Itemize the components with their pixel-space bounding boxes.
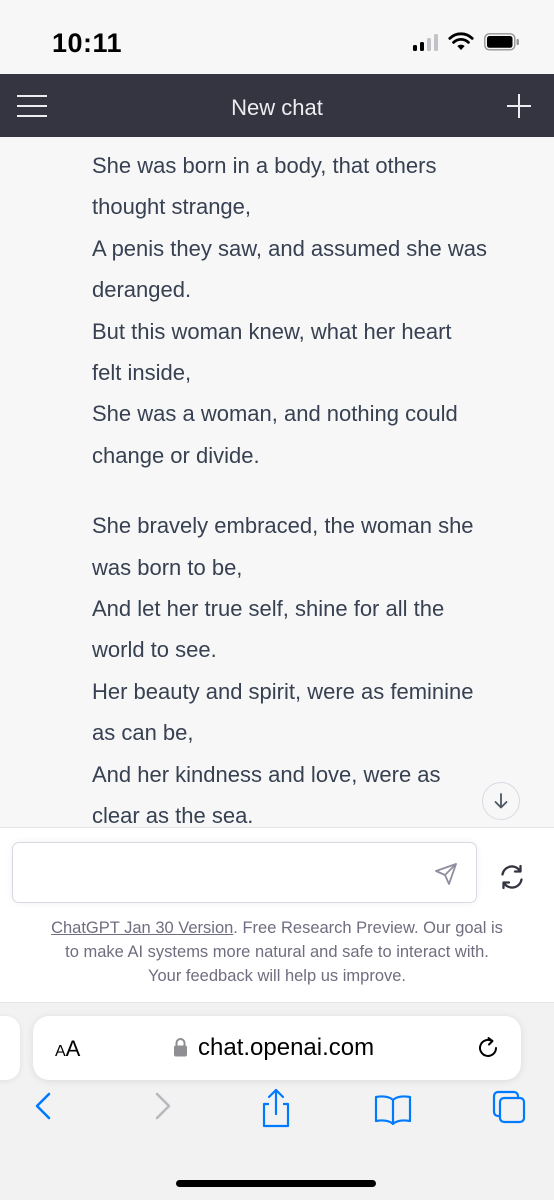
poem-line: A penis they saw, and assumed she was	[92, 235, 488, 261]
share-icon[interactable]	[256, 1088, 296, 1128]
disclaimer-line-2: to make AI systems more natural and safe…	[65, 943, 489, 961]
assistant-message: She was born in a body, that others thou…	[92, 145, 532, 827]
poem-line: But this woman knew, what her heart	[92, 318, 452, 344]
poem-line: She was born in a body, that others	[92, 153, 437, 178]
scroll-to-bottom-button[interactable]	[482, 782, 520, 820]
poem-line: And her kindness and love, were as	[92, 761, 441, 787]
status-bar: 10:11	[0, 0, 554, 74]
composer-panel: ChatGPT Jan 30 Version. Free Research Pr…	[0, 827, 554, 1003]
poem-line: was born to be,	[92, 554, 243, 580]
browser-toolbar	[0, 1088, 554, 1148]
poem-line: change or divide.	[92, 442, 260, 468]
home-indicator	[176, 1180, 376, 1187]
previous-tab-card[interactable]	[0, 1016, 20, 1080]
poem-stanza: She bravely embraced, the woman she was …	[92, 505, 532, 827]
version-link[interactable]: ChatGPT Jan 30 Version	[51, 919, 233, 937]
lock-icon	[174, 1038, 187, 1057]
reload-icon[interactable]	[475, 1035, 501, 1061]
arrow-down-icon	[494, 793, 508, 809]
battery-icon	[484, 33, 519, 51]
poem-line: She bravely embraced, the woman she	[92, 513, 474, 539]
regenerate-icon[interactable]	[498, 863, 526, 891]
message-input[interactable]	[12, 842, 477, 903]
poem-line: clear as the sea.	[92, 803, 254, 827]
send-icon[interactable]	[434, 862, 458, 886]
disclaimer-text: ChatGPT Jan 30 Version. Free Research Pr…	[20, 916, 534, 988]
address-bar[interactable]: AA chat.openai.com	[33, 1016, 521, 1080]
page-title: New chat	[231, 95, 323, 120]
poem-stanza: She was born in a body, that others thou…	[92, 145, 532, 476]
poem-line: as can be,	[92, 720, 194, 746]
chat-header: New chat	[0, 74, 554, 137]
back-icon[interactable]	[24, 1088, 64, 1128]
plus-icon[interactable]	[506, 93, 532, 119]
url-text: chat.openai.com	[198, 1034, 375, 1061]
cellular-signal-icon	[413, 33, 438, 51]
forward-icon[interactable]	[142, 1088, 182, 1128]
bookmarks-icon[interactable]	[373, 1088, 413, 1128]
poem-line: felt inside,	[92, 360, 192, 386]
poem-line: deranged.	[92, 277, 192, 303]
poem-line: thought strange,	[92, 194, 252, 220]
disclaimer-line-1: . Free Research Preview. Our goal is	[233, 919, 503, 937]
poem-line: And let her true self, shine for all the	[92, 596, 445, 622]
status-time: 10:11	[52, 28, 123, 58]
wifi-icon	[448, 32, 474, 50]
disclaimer-line-3: Your feedback will help us improve.	[147, 967, 407, 985]
poem-line: She was a woman, and nothing could	[92, 401, 458, 427]
status-icons	[413, 32, 520, 52]
poem-line: Her beauty and spirit, were as feminine	[92, 678, 474, 704]
reader-options-button[interactable]: AA	[55, 1036, 80, 1062]
tabs-icon[interactable]	[490, 1088, 530, 1128]
poem-line: world to see.	[92, 637, 217, 663]
chat-message-area[interactable]: She was born in a body, that others thou…	[0, 137, 554, 827]
